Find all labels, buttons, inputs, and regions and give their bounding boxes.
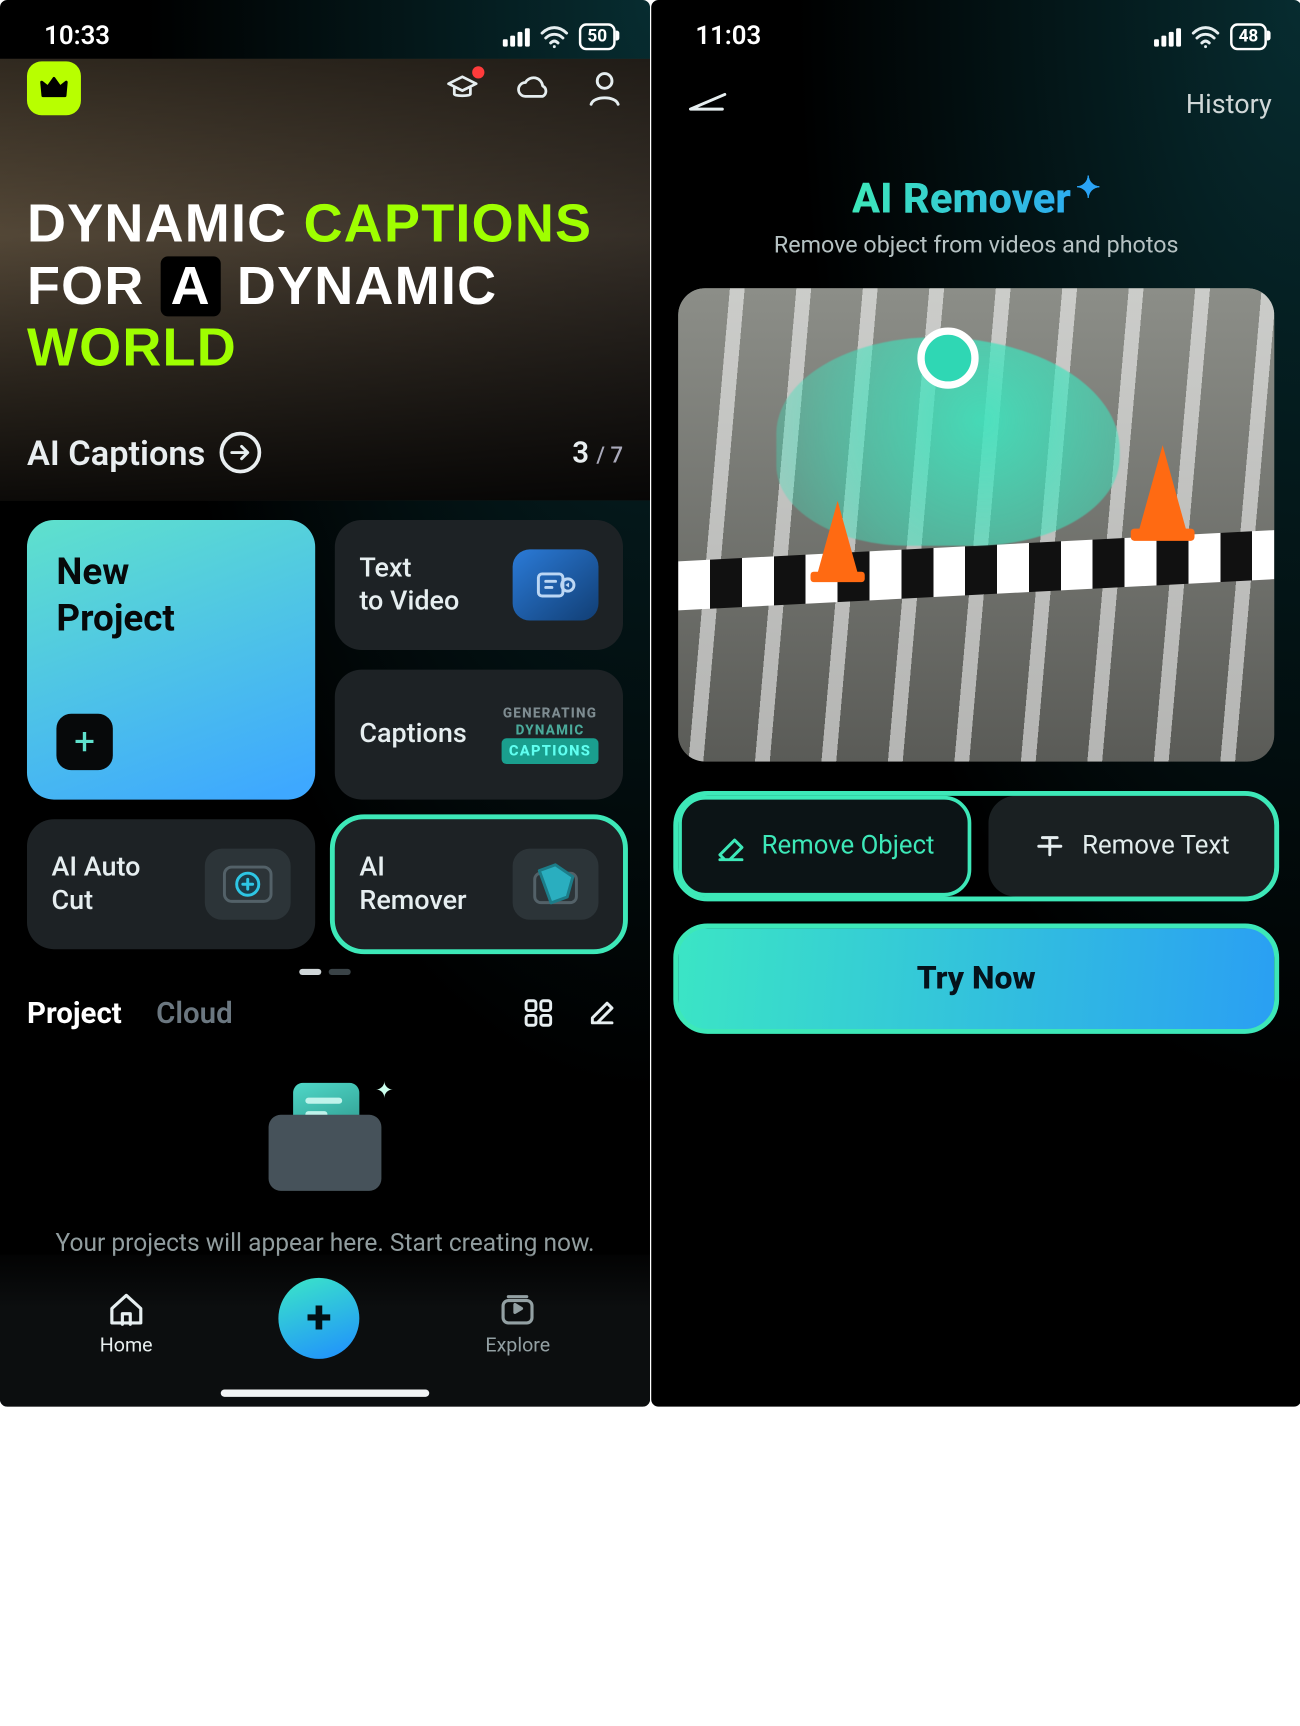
battery-icon: 50	[579, 23, 616, 50]
ai-auto-cut-card[interactable]: AI Auto Cut	[27, 819, 315, 949]
explore-icon	[497, 1291, 539, 1328]
hero-headline: DYNAMIC CAPTIONS FOR A DYNAMIC WORLD	[27, 194, 623, 380]
ai-auto-cut-icon	[205, 849, 291, 920]
battery-icon: 48	[1230, 23, 1267, 50]
home-screen: 10:33 50	[0, 0, 650, 1407]
status-icons: 48	[1154, 23, 1267, 50]
page-title-block: AI Remover✦ Remove object from videos an…	[651, 170, 1300, 259]
ai-remover-card[interactable]: AI Remover	[335, 819, 623, 949]
tab-cloud[interactable]: Cloud	[156, 996, 233, 1030]
ai-remover-screen: 11:03 48 History AI Remover✦ Remove obje…	[651, 0, 1300, 1407]
cards-pagination	[0, 964, 650, 985]
nav-home[interactable]: Home	[100, 1291, 153, 1356]
captions-card[interactable]: Captions GENERATING DYNAMIC CAPTIONS	[335, 670, 623, 800]
captions-badge: GENERATING DYNAMIC CAPTIONS	[502, 705, 599, 764]
home-icon	[105, 1291, 147, 1328]
back-button[interactable]	[681, 83, 730, 126]
history-link[interactable]: History	[1186, 90, 1272, 121]
status-time: 10:33	[44, 22, 110, 51]
academy-icon[interactable]	[444, 70, 481, 107]
notification-dot-icon	[472, 66, 484, 78]
tab-project[interactable]: Project	[27, 996, 122, 1030]
ai-remover-icon	[513, 849, 599, 920]
cellular-icon	[1154, 28, 1181, 46]
page-title: AI Remover	[852, 175, 1071, 224]
cloud-icon[interactable]	[515, 70, 552, 107]
sparkle-icon: ✦	[1076, 170, 1101, 204]
remove-object-button[interactable]: Remove Object	[678, 796, 971, 897]
folder-icon: ✦	[269, 1093, 382, 1191]
arrow-right-icon	[220, 432, 262, 474]
projects-empty-state: ✦ Your projects will appear here. Start …	[0, 1041, 650, 1289]
wifi-icon	[540, 25, 569, 50]
plus-icon: +	[56, 714, 112, 770]
brush-cursor-icon	[917, 328, 978, 389]
status-time: 11:03	[695, 22, 761, 51]
project-tabs: Project Cloud	[27, 996, 233, 1030]
home-indicator	[221, 1390, 429, 1397]
status-bar: 10:33 50	[0, 0, 650, 59]
empty-state-message: Your projects will appear here. Start cr…	[27, 1228, 623, 1257]
grid-view-icon[interactable]	[518, 992, 560, 1034]
feature-cards-grid: New Project + Text to Video Captions GEN…	[0, 500, 650, 964]
cone-icon	[1138, 446, 1187, 534]
text-to-video-card[interactable]: Text to Video	[335, 520, 623, 650]
hero-banner[interactable]: DYNAMIC CAPTIONS FOR A DYNAMIC WORLD AI …	[0, 59, 650, 501]
status-icons: 50	[503, 23, 616, 50]
text-strike-icon	[1033, 832, 1067, 861]
premium-badge[interactable]	[27, 61, 81, 115]
text-to-video-icon	[513, 549, 599, 620]
carousel-feature-link[interactable]: AI Captions	[27, 432, 262, 474]
cone-icon	[817, 501, 859, 576]
carousel-counter: 3 / 7	[572, 435, 623, 469]
nav-explore[interactable]: Explore	[485, 1291, 550, 1356]
new-project-card[interactable]: New Project +	[27, 520, 315, 800]
try-now-button[interactable]: Try Now	[678, 929, 1274, 1030]
remove-text-button[interactable]: Remove Text	[988, 796, 1274, 897]
wifi-icon	[1191, 25, 1220, 50]
bottom-nav: Home + Explore	[0, 1255, 650, 1407]
preview-image[interactable]	[678, 289, 1274, 762]
status-bar: 11:03 48	[651, 0, 1300, 59]
cellular-icon	[503, 28, 530, 46]
edit-icon[interactable]	[581, 992, 623, 1034]
eraser-icon	[715, 831, 747, 863]
profile-icon[interactable]	[586, 70, 623, 107]
page-subtitle: Remove object from videos and photos	[651, 231, 1300, 259]
nav-create-button[interactable]: +	[279, 1278, 360, 1359]
